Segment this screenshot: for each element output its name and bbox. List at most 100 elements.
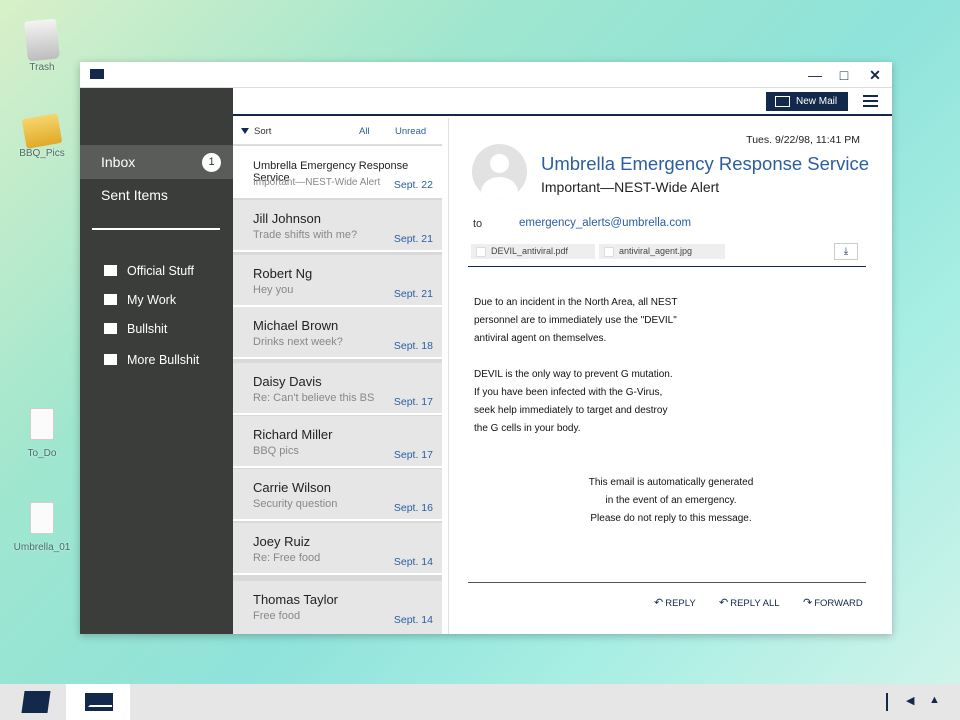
sort-arrow-icon[interactable] bbox=[241, 128, 249, 134]
notice-line: Please do not reply to this message. bbox=[590, 513, 752, 524]
toolbar: New Mail bbox=[233, 88, 892, 116]
filter-all-button[interactable]: All bbox=[359, 126, 370, 137]
message-sender: Michael Brown bbox=[253, 318, 339, 333]
folder-label: My Work bbox=[127, 293, 177, 307]
mail-window: — □ ✕ Inbox 1 Sent Items Official Stuff … bbox=[80, 62, 892, 634]
new-mail-button[interactable]: New Mail bbox=[766, 92, 848, 111]
taskbar-files-button[interactable] bbox=[2, 684, 66, 720]
message-row[interactable]: Jill Johnson Trade shifts with me? Sept.… bbox=[233, 200, 442, 252]
download-icon: ⤓ bbox=[843, 246, 849, 257]
sidebar-item-sent[interactable]: Sent Items bbox=[80, 178, 233, 212]
forward-icon: ↷ bbox=[803, 597, 813, 609]
folder-icon bbox=[104, 294, 117, 305]
desktop-icon-label: BBQ_Pics bbox=[19, 148, 65, 159]
body-line: DEVIL is the only way to prevent G mutat… bbox=[474, 369, 673, 380]
folder-label: Official Stuff bbox=[127, 264, 194, 278]
body-line: If you have been infected with the G-Vir… bbox=[474, 387, 663, 398]
recipient-address[interactable]: emergency_alerts@umbrella.com bbox=[519, 217, 691, 229]
taskbar: ◀ ▲ bbox=[0, 684, 960, 720]
message-row[interactable]: Thomas Taylor Free food Sept. 14 bbox=[233, 581, 442, 634]
desktop-icon-umbrella-01[interactable]: Umbrella_01 bbox=[7, 502, 77, 553]
message-date: Sept. 21 bbox=[393, 288, 433, 300]
message-date: Sept. 21 bbox=[393, 233, 433, 245]
message-subject: Trade shifts with me? bbox=[253, 229, 358, 241]
desktop-icon-to-do[interactable]: To_Do bbox=[7, 408, 77, 459]
message-sender: Robert Ng bbox=[253, 266, 313, 281]
message-row[interactable]: Carrie Wilson Security question Sept. 16 bbox=[233, 469, 442, 521]
tray-divider bbox=[886, 693, 888, 711]
trash-icon bbox=[23, 18, 61, 62]
attachment-jpg[interactable]: antiviral_agent.jpg bbox=[599, 244, 725, 259]
message-date: Sept. 14 bbox=[393, 556, 433, 568]
document-icon bbox=[30, 502, 54, 534]
filter-unread-button[interactable]: Unread bbox=[395, 126, 426, 137]
avatar-head-icon bbox=[490, 154, 509, 173]
menu-icon[interactable] bbox=[863, 95, 878, 108]
message-row[interactable]: Joey Ruiz Re: Free food Sept. 14 bbox=[233, 523, 442, 575]
desktop-icon-bbq-pics[interactable]: BBQ_Pics bbox=[7, 112, 77, 159]
desktop-icon-label: Trash bbox=[29, 62, 55, 73]
tray-expand-icon[interactable]: ▲ bbox=[929, 694, 940, 706]
folder-item-official-stuff[interactable]: Official Stuff bbox=[104, 260, 194, 282]
maximize-button[interactable]: □ bbox=[835, 66, 853, 84]
volume-icon[interactable]: ◀ bbox=[906, 694, 914, 707]
desktop-icon-label: Umbrella_01 bbox=[13, 542, 71, 553]
reply-all-label: REPLY ALL bbox=[730, 598, 780, 609]
taskbar-mail-button[interactable] bbox=[66, 684, 130, 720]
message-row[interactable]: Daisy Davis Re: Can't believe this BS Se… bbox=[233, 363, 442, 415]
unread-count-badge: 1 bbox=[202, 153, 221, 172]
body-line: the G cells in your body. bbox=[474, 423, 581, 434]
folder-label: Bullshit bbox=[127, 322, 168, 336]
reading-pane: Tues. 9/22/98, 11:41 PM Umbrella Emergen… bbox=[448, 118, 892, 634]
message-sender: Joey Ruiz bbox=[253, 534, 311, 549]
auto-generated-notice: This email is automatically generated in… bbox=[449, 474, 893, 528]
message-sender: Richard Miller bbox=[253, 427, 333, 442]
document-icon bbox=[30, 408, 54, 440]
reply-button[interactable]: ↶ REPLY bbox=[654, 596, 696, 609]
sidebar-item-label: Sent Items bbox=[101, 187, 168, 203]
folder-item-bullshit[interactable]: Bullshit bbox=[104, 318, 167, 340]
close-button[interactable]: ✕ bbox=[866, 66, 884, 84]
forward-label: FORWARD bbox=[814, 598, 863, 609]
new-mail-label: New Mail bbox=[796, 96, 838, 107]
download-button[interactable]: ⤓ bbox=[834, 243, 858, 260]
folder-icon bbox=[104, 265, 117, 276]
minimize-button[interactable]: — bbox=[806, 66, 824, 84]
message-date: Sept. 14 bbox=[393, 614, 433, 626]
sort-bar: Sort All Unread bbox=[233, 118, 442, 145]
reply-all-button[interactable]: ↶ REPLY ALL bbox=[719, 596, 780, 609]
message-subject: Free food bbox=[253, 610, 301, 622]
forward-button[interactable]: ↷ FORWARD bbox=[803, 596, 863, 609]
message-row[interactable]: Umbrella Emergency Response Service Impo… bbox=[233, 146, 442, 198]
mail-app-icon bbox=[90, 69, 104, 79]
desktop-icon-label: To_Do bbox=[27, 448, 57, 459]
attachment-pdf[interactable]: DEVIL_antiviral.pdf bbox=[471, 244, 595, 259]
folder-item-more-bullshit[interactable]: More Bullshit bbox=[104, 349, 199, 371]
sort-button[interactable]: Sort bbox=[254, 126, 271, 137]
sidebar-divider bbox=[92, 228, 220, 230]
message-row[interactable]: Robert Ng Hey you Sept. 21 bbox=[233, 255, 442, 307]
compose-icon bbox=[775, 96, 790, 107]
sidebar-item-inbox[interactable]: Inbox 1 bbox=[80, 145, 233, 179]
avatar bbox=[472, 144, 527, 199]
folder-label: More Bullshit bbox=[127, 353, 200, 367]
message-row[interactable]: Richard Miller BBQ pics Sept. 17 bbox=[233, 416, 442, 468]
body-line: seek help immediately to target and dest… bbox=[474, 405, 668, 416]
message-date: Sept. 17 bbox=[393, 449, 433, 461]
reader-subject: Important—NEST-Wide Alert bbox=[541, 179, 720, 195]
message-sender: Daisy Davis bbox=[253, 374, 322, 389]
header-divider bbox=[468, 266, 866, 267]
message-date: Sept. 22 bbox=[393, 179, 433, 191]
message-row[interactable]: Michael Brown Drinks next week? Sept. 18 bbox=[233, 307, 442, 359]
body-line: Due to an incident in the North Area, al… bbox=[474, 297, 678, 308]
message-subject: Drinks next week? bbox=[253, 336, 343, 348]
desktop-icon-trash[interactable]: Trash bbox=[7, 18, 77, 73]
notice-line: in the event of an emergency. bbox=[605, 495, 737, 506]
sidebar: Inbox 1 Sent Items Official Stuff My Wor… bbox=[80, 88, 233, 634]
message-date: Sept. 17 bbox=[393, 396, 433, 408]
reply-all-icon: ↶ bbox=[719, 597, 729, 609]
message-sender: Jill Johnson bbox=[253, 211, 321, 226]
message-body-paragraph-1: Due to an incident in the North Area, al… bbox=[474, 294, 734, 348]
folder-item-my-work[interactable]: My Work bbox=[104, 289, 176, 311]
message-subject: Security question bbox=[253, 498, 338, 510]
